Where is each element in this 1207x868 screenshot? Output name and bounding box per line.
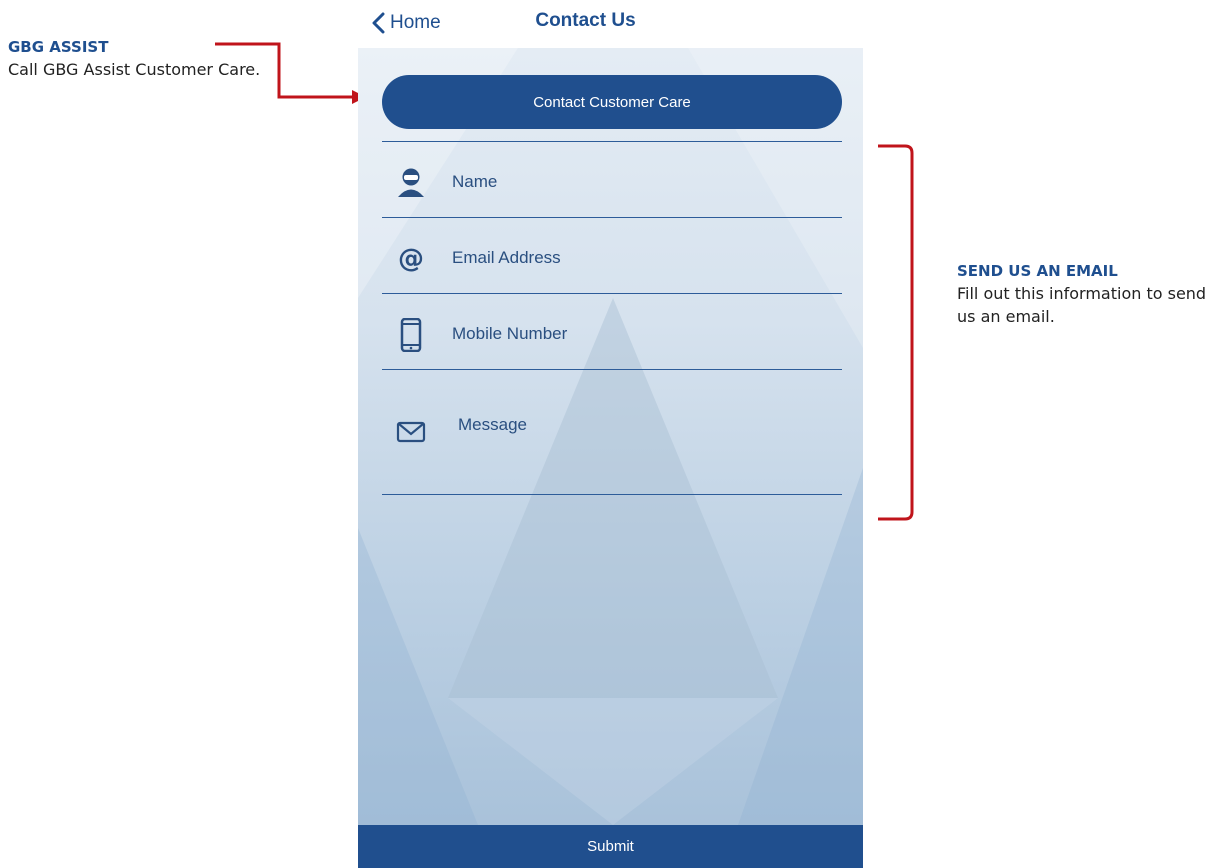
send-email-callout-text: Fill out this information to send us an … [957, 284, 1207, 326]
chevron-left-icon [370, 11, 388, 35]
user-icon [394, 166, 428, 200]
field-divider [382, 141, 842, 142]
send-email-callout: SEND US AN EMAIL Fill out this informati… [957, 262, 1207, 328]
field-divider [382, 494, 842, 495]
name-placeholder: Name [452, 172, 498, 191]
field-divider [382, 293, 842, 294]
page: GBG ASSIST Call GBG Assist Customer Care… [0, 0, 1207, 868]
phone-screen: Home Contact Us Contact Customer Care Na… [358, 0, 863, 868]
mobile-number-field[interactable]: Mobile Number [382, 304, 842, 364]
mobile-number-placeholder: Mobile Number [452, 324, 568, 343]
email-placeholder: Email Address [452, 248, 561, 267]
at-icon: @ [394, 242, 428, 276]
send-email-callout-title: SEND US AN EMAIL [957, 262, 1118, 280]
field-divider [382, 217, 842, 218]
email-field[interactable]: @ Email Address [382, 228, 842, 288]
submit-button[interactable]: Submit [358, 825, 863, 868]
message-placeholder: Message [458, 415, 527, 434]
mobile-phone-icon [394, 317, 428, 353]
message-field[interactable]: Message [382, 398, 842, 488]
contact-form-area: Contact Customer Care Name @ Email Addre… [358, 48, 863, 825]
svg-text:@: @ [398, 244, 424, 274]
name-field[interactable]: Name [382, 152, 842, 212]
back-button[interactable]: Home [370, 8, 441, 38]
envelope-icon [394, 414, 428, 448]
back-button-label: Home [390, 12, 441, 33]
contact-customer-care-button[interactable]: Contact Customer Care [382, 75, 842, 129]
field-divider [382, 369, 842, 370]
navigation-bar: Home Contact Us [358, 0, 863, 48]
